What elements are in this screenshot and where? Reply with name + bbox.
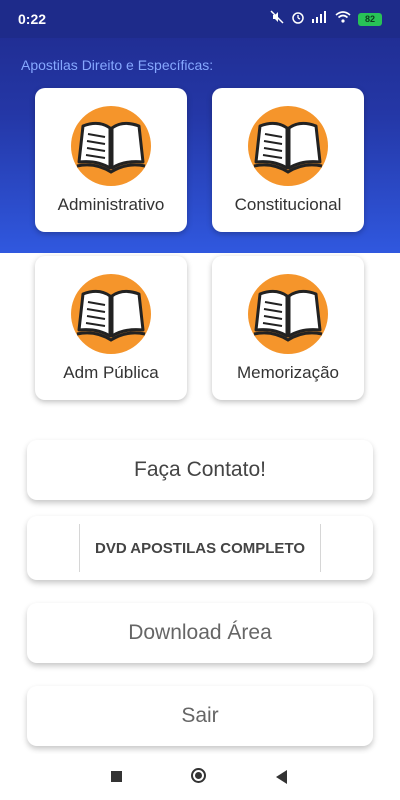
card-administrativo[interactable]: Administrativo: [35, 88, 187, 232]
book-icon: [71, 274, 151, 354]
wifi-icon: [335, 11, 351, 27]
card-adm-publica[interactable]: Adm Pública: [35, 256, 187, 400]
dvd-button-label: DVD APOSTILAS COMPLETO: [94, 539, 305, 557]
card-label: Administrativo: [57, 195, 165, 214]
mute-icon: [270, 10, 284, 28]
exit-button[interactable]: Sair: [27, 686, 373, 746]
divider: [320, 524, 321, 572]
book-icon: [71, 106, 151, 186]
book-icon: [248, 274, 328, 354]
card-label: Adm Pública: [63, 363, 159, 382]
battery-icon: 82: [358, 12, 382, 26]
download-area-button[interactable]: Download Área: [27, 603, 373, 663]
card-label: Constitucional: [234, 195, 342, 214]
home-icon[interactable]: [191, 768, 206, 783]
card-label: Memorização: [236, 363, 340, 382]
card-constitucional[interactable]: Constitucional: [212, 88, 364, 232]
status-bar: 0:22 82: [0, 0, 400, 38]
contact-button[interactable]: Faça Contato!: [27, 440, 373, 500]
navigation-bar: [0, 754, 400, 800]
back-icon[interactable]: [276, 770, 287, 784]
dvd-button[interactable]: DVD APOSTILAS COMPLETO: [27, 516, 373, 580]
book-icon: [248, 106, 328, 186]
status-icons: 82: [270, 10, 382, 28]
divider: [79, 524, 80, 572]
alarm-icon: [291, 10, 305, 28]
card-memorizacao[interactable]: Memorização: [212, 256, 364, 400]
section-title: Apostilas Direito e Específicas:: [21, 57, 214, 73]
status-time: 0:22: [18, 11, 47, 27]
recent-apps-icon[interactable]: [111, 771, 122, 782]
signal-icon: [312, 11, 328, 27]
